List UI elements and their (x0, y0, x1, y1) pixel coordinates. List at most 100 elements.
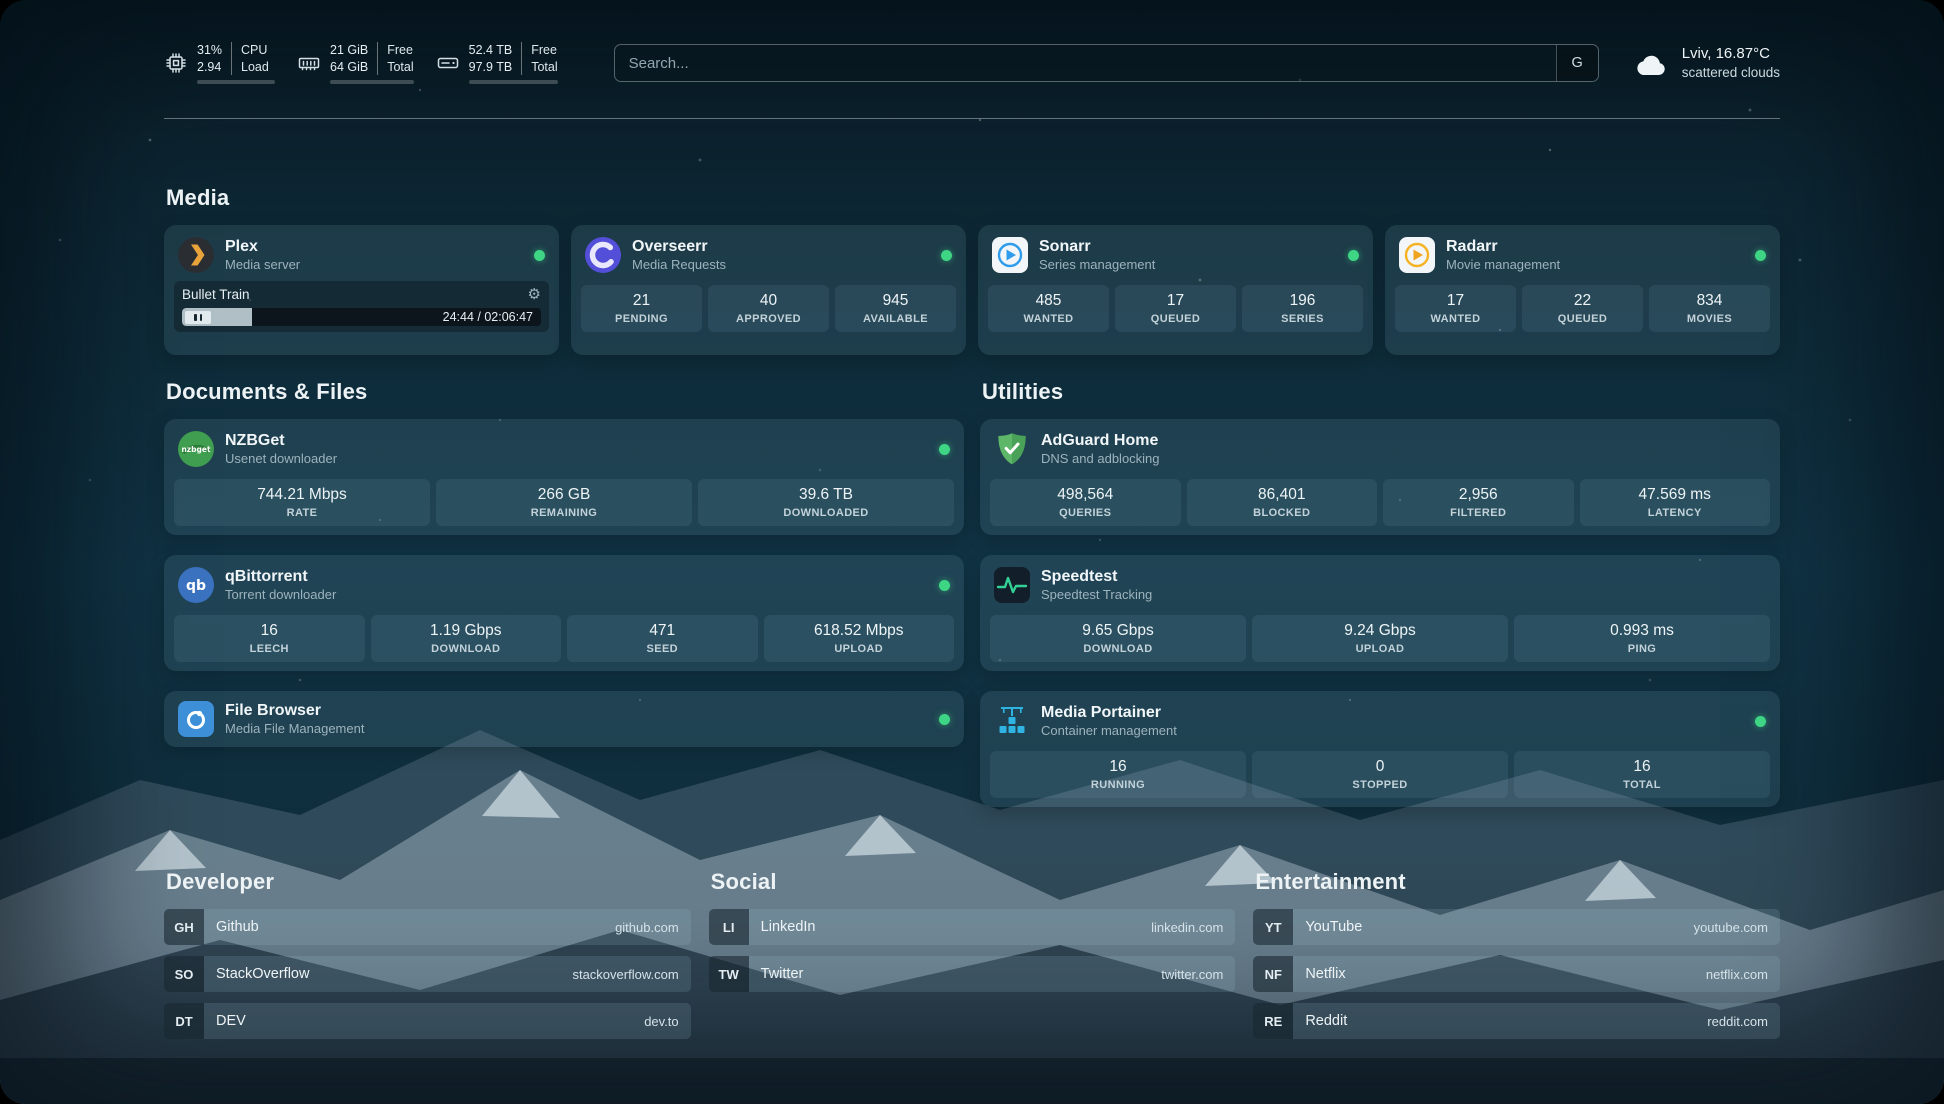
bookmark-url: github.com (615, 920, 679, 935)
bookmark-name: Github (216, 919, 259, 935)
bookmark-github[interactable]: GH Github github.com (164, 909, 691, 945)
bookmark-reddit[interactable]: RE Reddit reddit.com (1253, 1003, 1780, 1039)
status-dot (939, 580, 950, 591)
app-card-filebrowser[interactable]: File Browser Media File Management (164, 691, 964, 747)
app-card-portainer[interactable]: Media Portainer Container management 16 … (980, 691, 1780, 807)
cpu-values: 31% 2.94 (197, 42, 222, 75)
playback-progress-bar[interactable]: 24:44 / 02:06:47 (182, 308, 541, 326)
status-dot (939, 714, 950, 725)
stat-blocked: 86,401 BLOCKED (1187, 479, 1378, 526)
section-developer: Developer GH Github github.com SO StackO… (164, 869, 691, 1050)
app-subtitle: Speedtest Tracking (1041, 587, 1152, 603)
app-card-overseerr[interactable]: Overseerr Media Requests 21 PENDING 40 A… (571, 225, 966, 355)
stat-label: FILTERED (1450, 507, 1506, 519)
app-name: Speedtest (1041, 567, 1152, 586)
pause-button[interactable] (185, 311, 211, 324)
bookmark-name: Twitter (761, 966, 804, 982)
stat-value: 17 (1447, 292, 1464, 310)
ram-memory-icon (297, 51, 321, 75)
stat-stopped: 0 STOPPED (1252, 751, 1508, 798)
disk-widget: 52.4 TB 97.9 TB Free Total (436, 42, 558, 84)
app-subtitle: Container management (1041, 723, 1177, 739)
cpu-labels: CPU Load (231, 42, 269, 75)
stat-label: SEED (646, 643, 678, 655)
bookmark-url: linkedin.com (1151, 920, 1223, 935)
stat-label: WANTED (1023, 313, 1073, 325)
stat-download: 1.19 Gbps DOWNLOAD (371, 615, 562, 662)
bookmark-stackoverflow[interactable]: SO StackOverflow stackoverflow.com (164, 956, 691, 992)
cpu-usage-value: 31% (197, 42, 222, 58)
speedtest-pulse-icon (994, 567, 1030, 603)
app-name: qBittorrent (225, 567, 336, 586)
disk-values: 52.4 TB 97.9 TB (469, 42, 513, 75)
bookmark-name: LinkedIn (761, 919, 816, 935)
weather-widget: Lviv, 16.87°C scattered clouds (1633, 44, 1780, 81)
section-title-entertainment: Entertainment (1255, 869, 1780, 895)
bookmark-youtube[interactable]: YT YouTube youtube.com (1253, 909, 1780, 945)
bookmark-netflix[interactable]: NF Netflix netflix.com (1253, 956, 1780, 992)
stat-label: SERIES (1281, 313, 1324, 325)
stat-value: 16 (1633, 758, 1650, 776)
playback-time: 24:44 / 02:06:47 (443, 310, 541, 324)
status-dot (534, 250, 545, 261)
stat-value: 266 GB (538, 486, 591, 504)
stat-running: 16 RUNNING (990, 751, 1246, 798)
bookmark-abbr: SO (164, 956, 204, 992)
stat-series: 196 SERIES (1242, 285, 1363, 332)
stat-remaining: 266 GB REMAINING (436, 479, 692, 526)
bookmark-abbr: DT (164, 1003, 204, 1039)
stat-value: 1.19 Gbps (430, 622, 502, 640)
app-card-radarr[interactable]: Radarr Movie management 17 WANTED 22 QUE… (1385, 225, 1780, 355)
gear-icon[interactable]: ⚙ (528, 287, 541, 302)
stat-label: DOWNLOADED (783, 507, 868, 519)
bookmark-name: Reddit (1305, 1013, 1347, 1029)
stat-value: 0 (1376, 758, 1385, 776)
stat-available: 945 AVAILABLE (835, 285, 956, 332)
svg-text:qb: qb (186, 578, 206, 594)
status-dot (1755, 250, 1766, 261)
ram-labels: Free Total (377, 42, 413, 75)
stat-leech: 16 LEECH (174, 615, 365, 662)
stat-value: 834 (1697, 292, 1723, 310)
stat-label: TOTAL (1623, 779, 1661, 791)
stat-label: APPROVED (736, 313, 801, 325)
stat-value: 16 (1109, 758, 1126, 776)
stat-filtered: 2,956 FILTERED (1383, 479, 1574, 526)
search-input[interactable] (614, 44, 1599, 82)
stat-label: RUNNING (1091, 779, 1145, 791)
app-name: File Browser (225, 701, 364, 720)
search-bar: G (614, 44, 1599, 82)
app-name: Overseerr (632, 237, 726, 256)
app-card-nzbget[interactable]: nzbget NZBGet Usenet downloader 744.21 M… (164, 419, 964, 535)
disk-drive-icon (436, 51, 460, 75)
ram-widget: 21 GiB 64 GiB Free Total (297, 42, 414, 84)
search-engine-button[interactable]: G (1556, 45, 1598, 81)
bookmark-dev[interactable]: DT DEV dev.to (164, 1003, 691, 1039)
ram-progress-bar (330, 80, 414, 84)
app-subtitle: Media File Management (225, 721, 364, 737)
stat-value: 47.569 ms (1639, 486, 1711, 504)
stat-label: BLOCKED (1253, 507, 1310, 519)
stat-label: QUEUED (1151, 313, 1200, 325)
app-card-sonarr[interactable]: Sonarr Series management 485 WANTED 17 Q… (978, 225, 1373, 355)
section-social: Social LI LinkedIn linkedin.com TW Twitt… (709, 869, 1236, 1050)
app-name: Sonarr (1039, 237, 1155, 256)
stat-value: 9.65 Gbps (1082, 622, 1154, 640)
bookmark-abbr: NF (1253, 956, 1293, 992)
section-title-utilities: Utilities (982, 379, 1780, 405)
stat-label: PING (1628, 643, 1657, 655)
stat-value: 40 (760, 292, 777, 310)
app-card-qbittorrent[interactable]: qb qBittorrent Torrent downloader 16 (164, 555, 964, 671)
app-card-adguard[interactable]: AdGuard Home DNS and adblocking 498,564 … (980, 419, 1780, 535)
cpu-load-value: 2.94 (197, 59, 222, 75)
app-card-plex[interactable]: Plex Media server Bullet Train ⚙ (164, 225, 559, 355)
bookmark-url: dev.to (644, 1014, 678, 1029)
now-playing-title: Bullet Train (182, 287, 250, 302)
app-card-speedtest[interactable]: Speedtest Speedtest Tracking 9.65 Gbps D… (980, 555, 1780, 671)
bookmark-linkedin[interactable]: LI LinkedIn linkedin.com (709, 909, 1236, 945)
cpu-widget: 31% 2.94 CPU Load (164, 42, 275, 84)
stat-label: DOWNLOAD (431, 643, 500, 655)
bookmark-twitter[interactable]: TW Twitter twitter.com (709, 956, 1236, 992)
section-utilities: Utilities AdGuard Home DNS and adblockin… (980, 379, 1780, 807)
svg-text:nzbget: nzbget (181, 445, 211, 454)
